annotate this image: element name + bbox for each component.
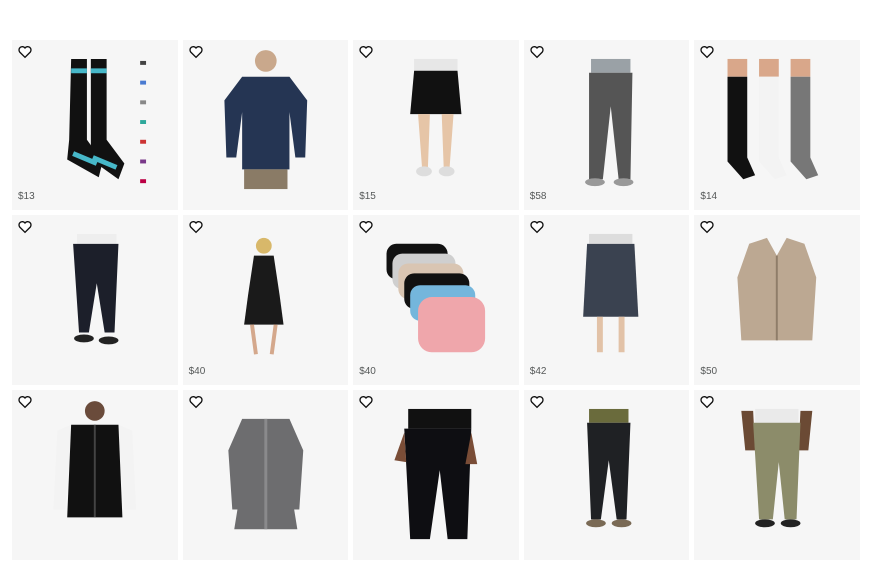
heart-icon[interactable] [529, 394, 545, 410]
product-card[interactable]: $50 [694, 215, 860, 385]
product-grid: $13 $15 $58 $14 $40 $40 $42 $50 [12, 40, 860, 560]
product-price: $58 [529, 191, 547, 202]
product-card[interactable] [694, 390, 860, 560]
product-price: $13 [18, 191, 35, 202]
product-card[interactable] [12, 215, 178, 385]
product-image[interactable] [353, 40, 519, 210]
heart-icon[interactable] [529, 44, 545, 60]
product-card[interactable] [12, 390, 178, 560]
product-image[interactable] [524, 215, 690, 385]
product-image[interactable] [183, 40, 349, 210]
product-card[interactable] [182, 390, 349, 560]
product-image[interactable] [12, 40, 178, 210]
product-image[interactable] [694, 215, 860, 385]
heart-icon[interactable] [188, 394, 204, 410]
product-card[interactable] [353, 390, 519, 560]
product-card[interactable]: $15 [353, 40, 519, 210]
product-image[interactable] [524, 390, 690, 560]
heart-icon[interactable] [358, 44, 374, 60]
heart-icon[interactable] [188, 219, 204, 235]
product-card[interactable]: $13 [12, 40, 178, 210]
heart-icon[interactable] [699, 394, 715, 410]
product-card[interactable] [182, 40, 349, 210]
product-card[interactable]: $40 [182, 215, 349, 385]
heart-icon[interactable] [699, 219, 715, 235]
product-image[interactable] [694, 390, 860, 560]
product-image[interactable] [12, 390, 178, 560]
product-image[interactable] [183, 390, 349, 560]
product-image[interactable] [353, 215, 519, 385]
product-image[interactable] [353, 390, 519, 560]
product-card[interactable]: $40 [353, 215, 519, 385]
product-image[interactable] [694, 40, 860, 210]
product-price: $40 [188, 366, 206, 377]
product-price: $50 [700, 366, 718, 377]
heart-icon[interactable] [699, 44, 715, 60]
heart-icon[interactable] [358, 394, 374, 410]
heart-icon[interactable] [17, 44, 33, 60]
product-image[interactable] [12, 215, 178, 385]
product-price: $40 [359, 366, 376, 377]
product-card[interactable]: $42 [523, 215, 690, 385]
heart-icon[interactable] [17, 394, 33, 410]
heart-icon[interactable] [529, 219, 545, 235]
product-price: $42 [529, 366, 547, 377]
heart-icon[interactable] [17, 219, 33, 235]
heart-icon[interactable] [188, 44, 204, 60]
product-image[interactable] [183, 215, 349, 385]
product-card[interactable] [523, 390, 690, 560]
product-image[interactable] [524, 40, 690, 210]
product-card[interactable]: $14 [694, 40, 860, 210]
product-price: $14 [700, 191, 718, 202]
product-price: $15 [359, 191, 376, 202]
heart-icon[interactable] [358, 219, 374, 235]
product-card[interactable]: $58 [523, 40, 690, 210]
